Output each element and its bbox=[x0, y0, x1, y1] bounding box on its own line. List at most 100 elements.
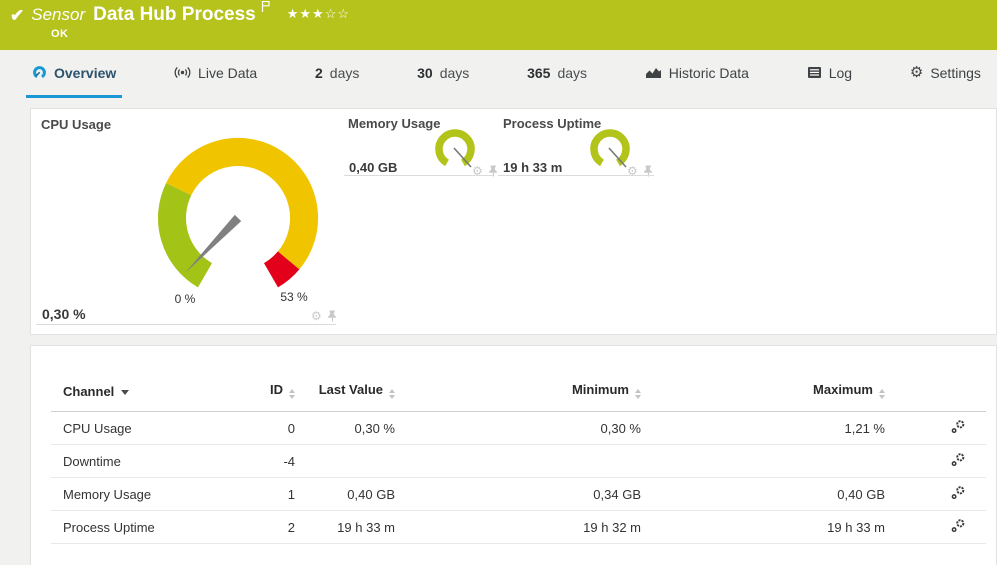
cpu-gauge-needle bbox=[185, 214, 242, 273]
uptime-gauge[interactable] bbox=[588, 127, 632, 171]
prtg-sensor-page: { "header": { "check_glyph": "✔", "type_… bbox=[0, 0, 997, 565]
column-header-last-value-label: Last Value bbox=[318, 382, 383, 397]
tab-bar: Overview Live Data 2 days 30 days 365 da… bbox=[0, 50, 997, 98]
cpu-gauge-scale-max: 53 % bbox=[280, 290, 308, 304]
channel-minimum: 19 h 32 m bbox=[403, 510, 649, 544]
sort-icon bbox=[389, 389, 395, 399]
cpu-gauge[interactable] bbox=[153, 133, 323, 303]
cpu-gauge-value: 0,30 % bbox=[42, 306, 86, 322]
tab-2-days-label: days bbox=[329, 64, 360, 81]
column-header-actions bbox=[893, 382, 986, 412]
tab-2-days-number: 2 bbox=[314, 64, 323, 81]
column-header-channel-label: Channel bbox=[63, 383, 115, 399]
cpu-gear-icon[interactable]: ⚙ bbox=[311, 310, 322, 322]
channel-last-value: 0,40 GB bbox=[303, 477, 403, 511]
column-header-last-value[interactable]: Last Value bbox=[303, 382, 403, 412]
uptime-gauge-value: 19 h 33 m bbox=[503, 160, 563, 175]
channel-name: CPU Usage bbox=[51, 411, 251, 445]
tab-live-data-label: Live Data bbox=[198, 64, 258, 81]
channels-table-wrap: Channel ID Last Value Minimum Maximum CP… bbox=[51, 382, 986, 544]
tab-historic-data[interactable]: Historic Data bbox=[639, 50, 755, 98]
priority-stars[interactable]: ★★★☆☆ bbox=[287, 6, 350, 22]
cpu-gauge-scale-min: 0 % bbox=[174, 292, 196, 306]
channel-name: Process Uptime bbox=[51, 510, 251, 544]
channel-last-value: 0,30 % bbox=[303, 411, 403, 445]
channel-last-value bbox=[303, 444, 403, 478]
priority-flag-icon[interactable] bbox=[260, 0, 271, 18]
sensor-type-label: Sensor bbox=[31, 5, 86, 24]
tab-log[interactable]: Log bbox=[801, 50, 858, 98]
table-row-process-uptime: Process Uptime 2 19 h 33 m 19 h 32 m 19 … bbox=[51, 510, 986, 544]
channel-maximum: 0,40 GB bbox=[649, 477, 893, 511]
tab-overview-label: Overview bbox=[54, 64, 117, 81]
channel-id: 2 bbox=[251, 510, 303, 544]
gear-icon: ⚙ bbox=[909, 64, 924, 81]
channel-minimum: 0,34 GB bbox=[403, 477, 649, 511]
column-header-maximum[interactable]: Maximum bbox=[649, 382, 893, 412]
channel-settings-icon[interactable] bbox=[951, 419, 966, 434]
channel-minimum: 0,30 % bbox=[403, 411, 649, 445]
live-signal-icon bbox=[174, 67, 191, 78]
area-chart-icon bbox=[645, 68, 661, 78]
channel-maximum: 19 h 33 m bbox=[649, 510, 893, 544]
cpu-gauge-title: CPU Usage bbox=[41, 117, 112, 132]
column-header-minimum[interactable]: Minimum bbox=[403, 382, 649, 412]
status-check-icon: ✔ bbox=[10, 6, 25, 25]
channel-settings-icon[interactable] bbox=[951, 452, 966, 467]
channel-actions bbox=[893, 477, 986, 511]
channel-actions bbox=[893, 510, 986, 544]
tab-30-days[interactable]: 30 days bbox=[411, 50, 475, 98]
channel-minimum bbox=[403, 444, 649, 478]
channel-maximum bbox=[649, 444, 893, 478]
column-header-minimum-label: Minimum bbox=[571, 382, 629, 397]
channel-actions bbox=[893, 411, 986, 445]
column-header-id-label: ID bbox=[270, 382, 283, 397]
sort-icon bbox=[635, 389, 641, 399]
table-row-memory-usage: Memory Usage 1 0,40 GB 0,34 GB 0,40 GB bbox=[51, 477, 986, 511]
sort-desc-icon bbox=[121, 389, 130, 395]
channel-settings-icon[interactable] bbox=[951, 518, 966, 533]
memory-cell-separator bbox=[344, 175, 493, 176]
uptime-cell-separator bbox=[498, 175, 654, 176]
channel-last-value: 19 h 33 m bbox=[303, 510, 403, 544]
memory-gauge[interactable] bbox=[433, 127, 477, 171]
table-row-cpu-usage: CPU Usage 0 0,30 % 0,30 % 1,21 % bbox=[51, 411, 986, 445]
tab-historic-data-label: Historic Data bbox=[668, 64, 749, 81]
channel-id: 1 bbox=[251, 477, 303, 511]
tab-2-days[interactable]: 2 days bbox=[309, 50, 365, 98]
cpu-pin-icon[interactable] bbox=[327, 310, 338, 322]
column-header-id[interactable]: ID bbox=[251, 382, 303, 412]
column-header-maximum-label: Maximum bbox=[813, 382, 873, 397]
channel-settings-icon[interactable] bbox=[951, 485, 966, 500]
channel-name: Memory Usage bbox=[51, 477, 251, 511]
tab-overview[interactable]: Overview bbox=[26, 50, 123, 98]
stars-empty: ☆☆ bbox=[324, 6, 351, 21]
stars-filled: ★★★ bbox=[286, 6, 325, 21]
sensor-name: Data Hub Process bbox=[93, 4, 256, 25]
gauge-icon bbox=[33, 66, 46, 79]
channel-maximum: 1,21 % bbox=[649, 411, 893, 445]
tab-settings[interactable]: ⚙ Settings bbox=[904, 50, 987, 98]
tab-log-label: Log bbox=[828, 64, 853, 81]
sensor-header: ✔ Sensor Data Hub Process ★★★☆☆ OK bbox=[0, 0, 997, 50]
tab-365-days-label: days bbox=[557, 64, 588, 81]
channel-actions bbox=[893, 444, 986, 478]
cpu-cell-icons: ⚙ bbox=[311, 310, 338, 322]
channel-id: -4 bbox=[251, 444, 303, 478]
sensor-title-row: ✔ Sensor Data Hub Process ★★★☆☆ bbox=[10, 1, 350, 26]
channel-name: Downtime bbox=[51, 444, 251, 478]
channels-table: Channel ID Last Value Minimum Maximum CP… bbox=[51, 382, 986, 544]
sort-icon bbox=[879, 389, 885, 399]
column-header-channel[interactable]: Channel bbox=[51, 382, 251, 412]
tab-365-days[interactable]: 365 days bbox=[521, 50, 593, 98]
tab-30-days-number: 30 bbox=[417, 64, 433, 81]
table-row-downtime: Downtime -4 bbox=[51, 444, 986, 478]
overview-gauges-panel: CPU Usage 0 % 53 % 0,30 % ⚙ Memory Usage… bbox=[30, 108, 997, 335]
status-badge: OK bbox=[51, 28, 69, 40]
tab-live-data[interactable]: Live Data bbox=[168, 50, 263, 98]
channel-id: 0 bbox=[251, 411, 303, 445]
memory-gauge-title: Memory Usage bbox=[348, 116, 441, 131]
tab-365-days-number: 365 bbox=[527, 64, 551, 81]
tab-settings-label: Settings bbox=[930, 64, 981, 81]
log-list-icon bbox=[807, 67, 821, 78]
